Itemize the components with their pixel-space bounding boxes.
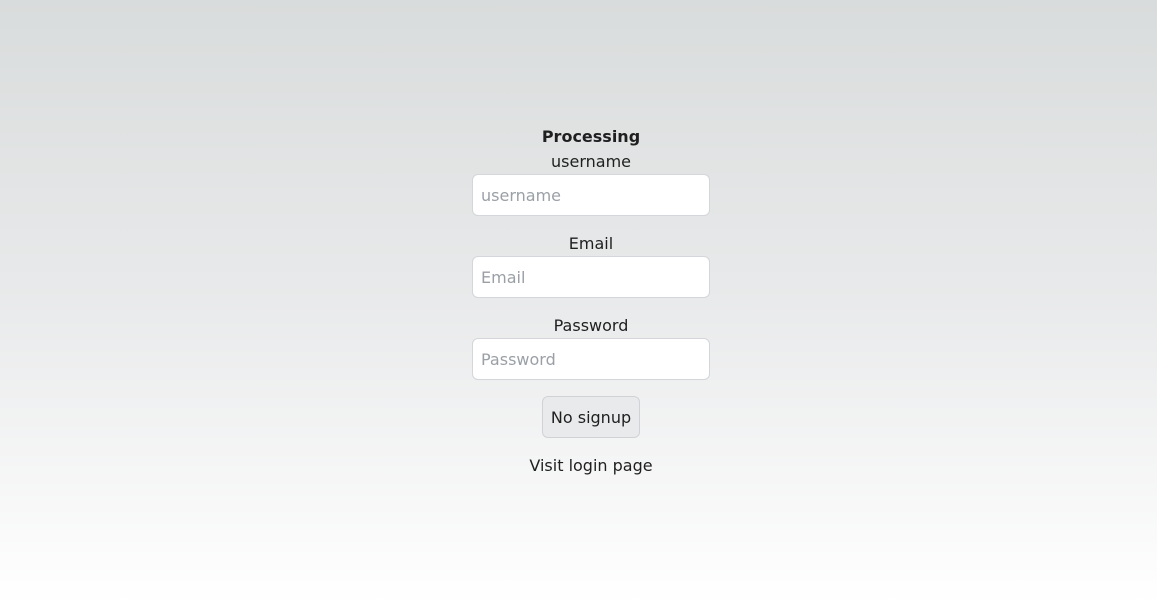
login-page-link[interactable]: Visit login page bbox=[529, 454, 652, 478]
page-title: Processing bbox=[541, 127, 641, 146]
password-input[interactable] bbox=[472, 338, 710, 380]
username-label: username bbox=[551, 152, 631, 171]
password-label: Password bbox=[553, 316, 629, 335]
email-label: Email bbox=[568, 234, 614, 253]
email-input[interactable] bbox=[472, 256, 710, 298]
username-input[interactable] bbox=[472, 174, 710, 216]
signup-form: Processing username Email Password No si… bbox=[472, 124, 710, 478]
signup-button[interactable]: No signup bbox=[541, 396, 641, 438]
